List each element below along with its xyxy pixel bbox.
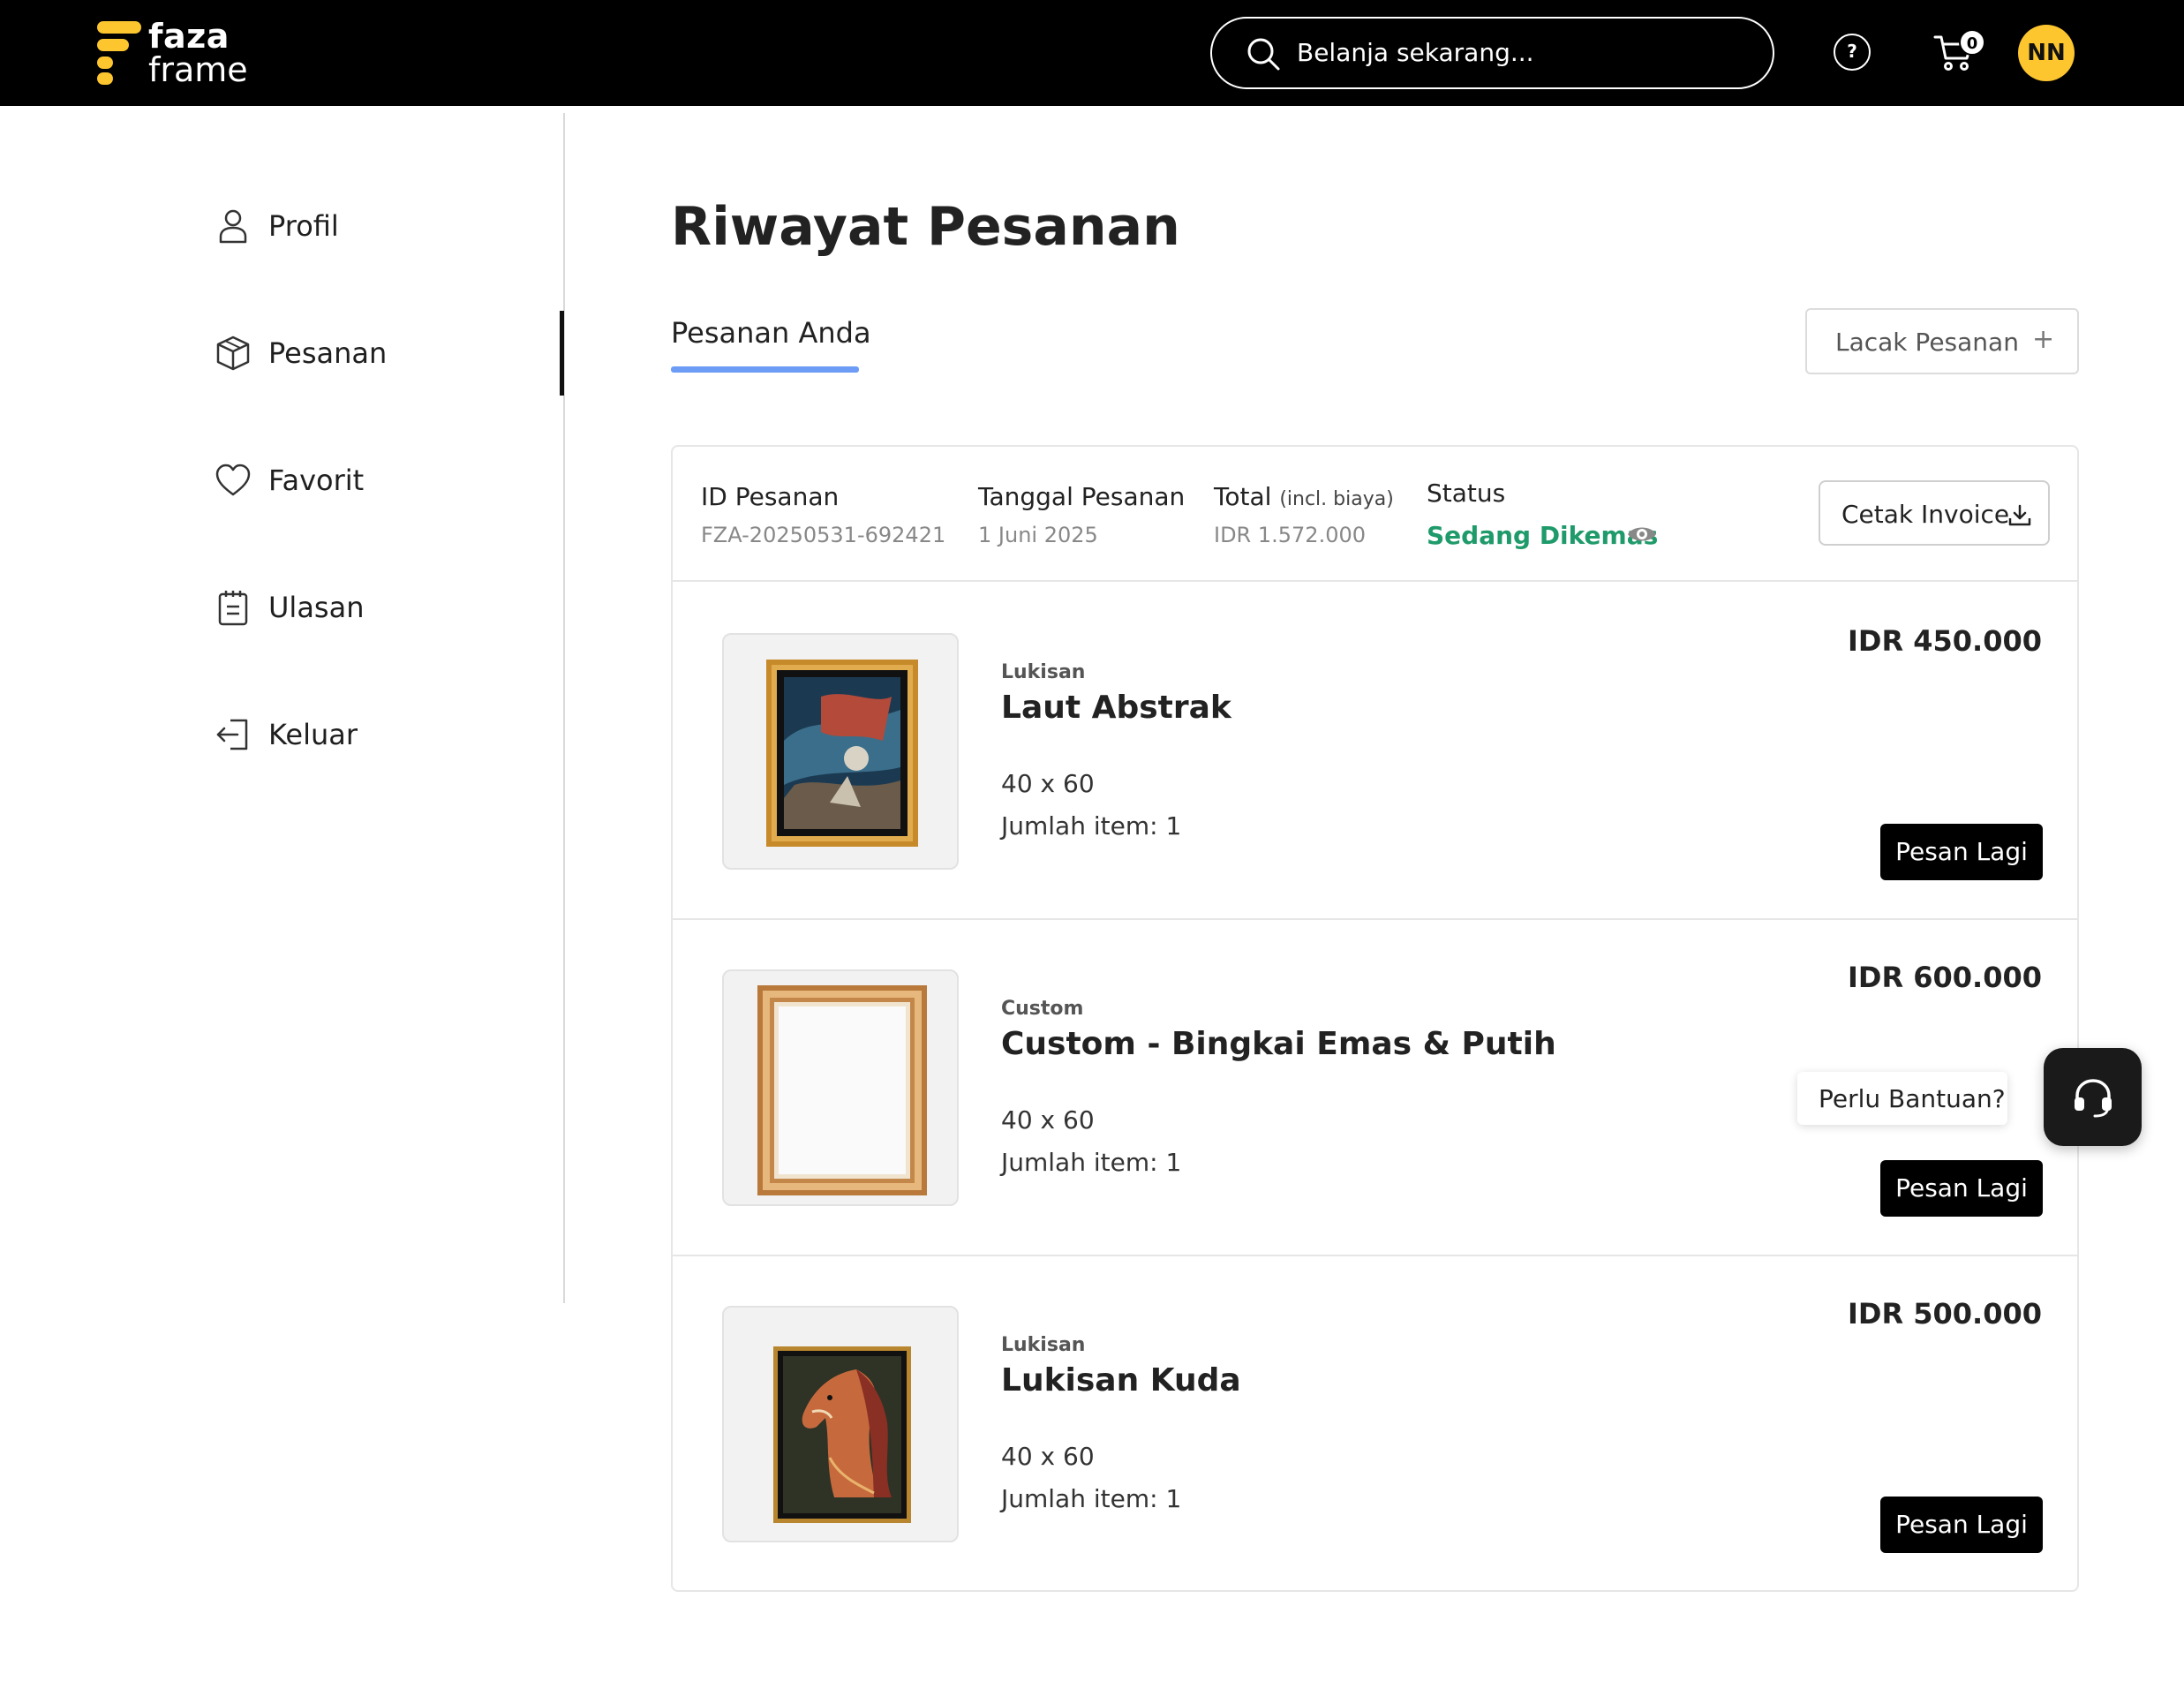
product-quantity: Jumlah item: 1 xyxy=(1001,811,1182,841)
order-status-value: Sedang Dikemas xyxy=(1427,521,1659,550)
eye-icon[interactable] xyxy=(1626,523,1658,546)
product-quantity: Jumlah item: 1 xyxy=(1001,1148,1182,1177)
top-navbar: faza frame Belanja sekarang... ? 0 NN xyxy=(0,0,2184,106)
search-input[interactable]: Belanja sekarang... xyxy=(1210,17,1774,89)
order-date-value: 1 Juni 2025 xyxy=(978,523,1098,547)
product-category: Custom xyxy=(1001,998,1084,1020)
product-price: IDR 450.000 xyxy=(1848,624,2042,658)
plus-icon: + xyxy=(2032,324,2055,355)
logo-text: faza frame xyxy=(148,19,248,87)
order-card: ID Pesanan FZA-20250531-692421 Tanggal P… xyxy=(671,445,2079,1592)
order-date-label: Tanggal Pesanan xyxy=(978,482,1186,511)
product-image[interactable] xyxy=(722,1306,959,1542)
total-label-text: Total xyxy=(1214,482,1272,511)
cart-count-badge: 0 xyxy=(1959,29,1985,56)
painting-abstract-sea-image xyxy=(766,660,918,847)
product-price: IDR 600.000 xyxy=(1848,961,2042,994)
order-id-label: ID Pesanan xyxy=(701,482,840,511)
help-tooltip-text: Perlu Bantuan? xyxy=(1819,1084,2006,1113)
product-price: IDR 500.000 xyxy=(1848,1297,2042,1331)
order-id-value: FZA-20250531-692421 xyxy=(701,523,946,547)
total-note: (incl. biaya) xyxy=(1279,488,1394,510)
order-item: Lukisan Laut Abstrak 40 x 60 Jumlah item… xyxy=(673,584,2077,920)
order-item: Lukisan Lukisan Kuda 40 x 60 Jumlah item… xyxy=(673,1256,2077,1593)
sidebar-item-label: Pesanan xyxy=(268,336,388,370)
faza-frame-logo[interactable]: faza frame xyxy=(97,19,248,87)
product-category: Lukisan xyxy=(1001,1334,1086,1356)
print-invoice-button[interactable]: Cetak Invoice xyxy=(1819,480,2050,546)
sidebar-divider xyxy=(563,113,565,1303)
sidebar-item-label: Favorit xyxy=(268,464,365,497)
reorder-button[interactable]: Pesan Lagi xyxy=(1880,824,2043,880)
tab-active-underline xyxy=(671,366,859,373)
track-order-button[interactable]: Lacak Pesanan + xyxy=(1805,308,2079,374)
download-icon xyxy=(2008,504,2031,526)
sidebar-item-label: Keluar xyxy=(268,718,358,751)
avatar[interactable]: NN xyxy=(2018,25,2075,81)
product-image[interactable] xyxy=(722,633,959,870)
logo-line1: faza xyxy=(148,17,230,56)
sidebar-item-label: Profil xyxy=(268,209,339,243)
reorder-button[interactable]: Pesan Lagi xyxy=(1880,1160,2043,1217)
search-icon xyxy=(1247,38,1280,71)
order-status-label: Status xyxy=(1427,479,1506,508)
product-size: 40 x 60 xyxy=(1001,1105,1095,1135)
user-icon xyxy=(219,209,247,244)
sidebar-item-favorit[interactable]: Favorit xyxy=(215,458,532,502)
horse-painting-image xyxy=(773,1346,911,1523)
product-image[interactable] xyxy=(722,969,959,1206)
print-invoice-label: Cetak Invoice xyxy=(1841,500,2010,529)
sidebar-item-keluar[interactable]: Keluar xyxy=(215,713,532,757)
tab-pesanan-anda[interactable]: Pesanan Anda xyxy=(671,316,871,350)
product-category: Lukisan xyxy=(1001,661,1086,683)
search-placeholder: Belanja sekarang... xyxy=(1297,38,1534,67)
track-order-label: Lacak Pesanan xyxy=(1835,328,2019,357)
product-quantity: Jumlah item: 1 xyxy=(1001,1484,1182,1513)
box-icon xyxy=(216,336,250,371)
help-chat-button[interactable] xyxy=(2044,1048,2142,1146)
sidebar-active-indicator xyxy=(560,311,564,396)
heart-icon xyxy=(215,464,251,496)
product-name[interactable]: Custom - Bingkai Emas & Putih xyxy=(1001,1026,1556,1062)
sidebar-item-pesanan[interactable]: Pesanan xyxy=(215,331,532,375)
logout-icon xyxy=(216,719,248,750)
logo-line2: frame xyxy=(148,50,248,89)
product-size: 40 x 60 xyxy=(1001,1442,1095,1471)
product-name[interactable]: Laut Abstrak xyxy=(1001,690,1231,726)
custom-gold-white-frame-image xyxy=(757,985,927,1195)
help-icon[interactable]: ? xyxy=(1834,34,1871,71)
product-name[interactable]: Lukisan Kuda xyxy=(1001,1362,1241,1399)
order-total-value: IDR 1.572.000 xyxy=(1214,523,1367,547)
headset-icon xyxy=(2075,1079,2112,1118)
sidebar-item-label: Ulasan xyxy=(268,591,365,624)
order-total-label: Total (incl. biaya) xyxy=(1214,482,1394,511)
help-tooltip[interactable]: Perlu Bantuan? xyxy=(1797,1072,2007,1125)
sidebar-item-profil[interactable]: Profil xyxy=(215,204,532,248)
clipboard-icon xyxy=(218,591,248,626)
logo-mark-icon xyxy=(97,21,141,85)
page-title: Riwayat Pesanan xyxy=(671,196,1180,258)
order-header: ID Pesanan FZA-20250531-692421 Tanggal P… xyxy=(673,447,2077,582)
sidebar-item-ulasan[interactable]: Ulasan xyxy=(215,585,532,630)
product-size: 40 x 60 xyxy=(1001,769,1095,798)
reorder-button[interactable]: Pesan Lagi xyxy=(1880,1497,2043,1553)
